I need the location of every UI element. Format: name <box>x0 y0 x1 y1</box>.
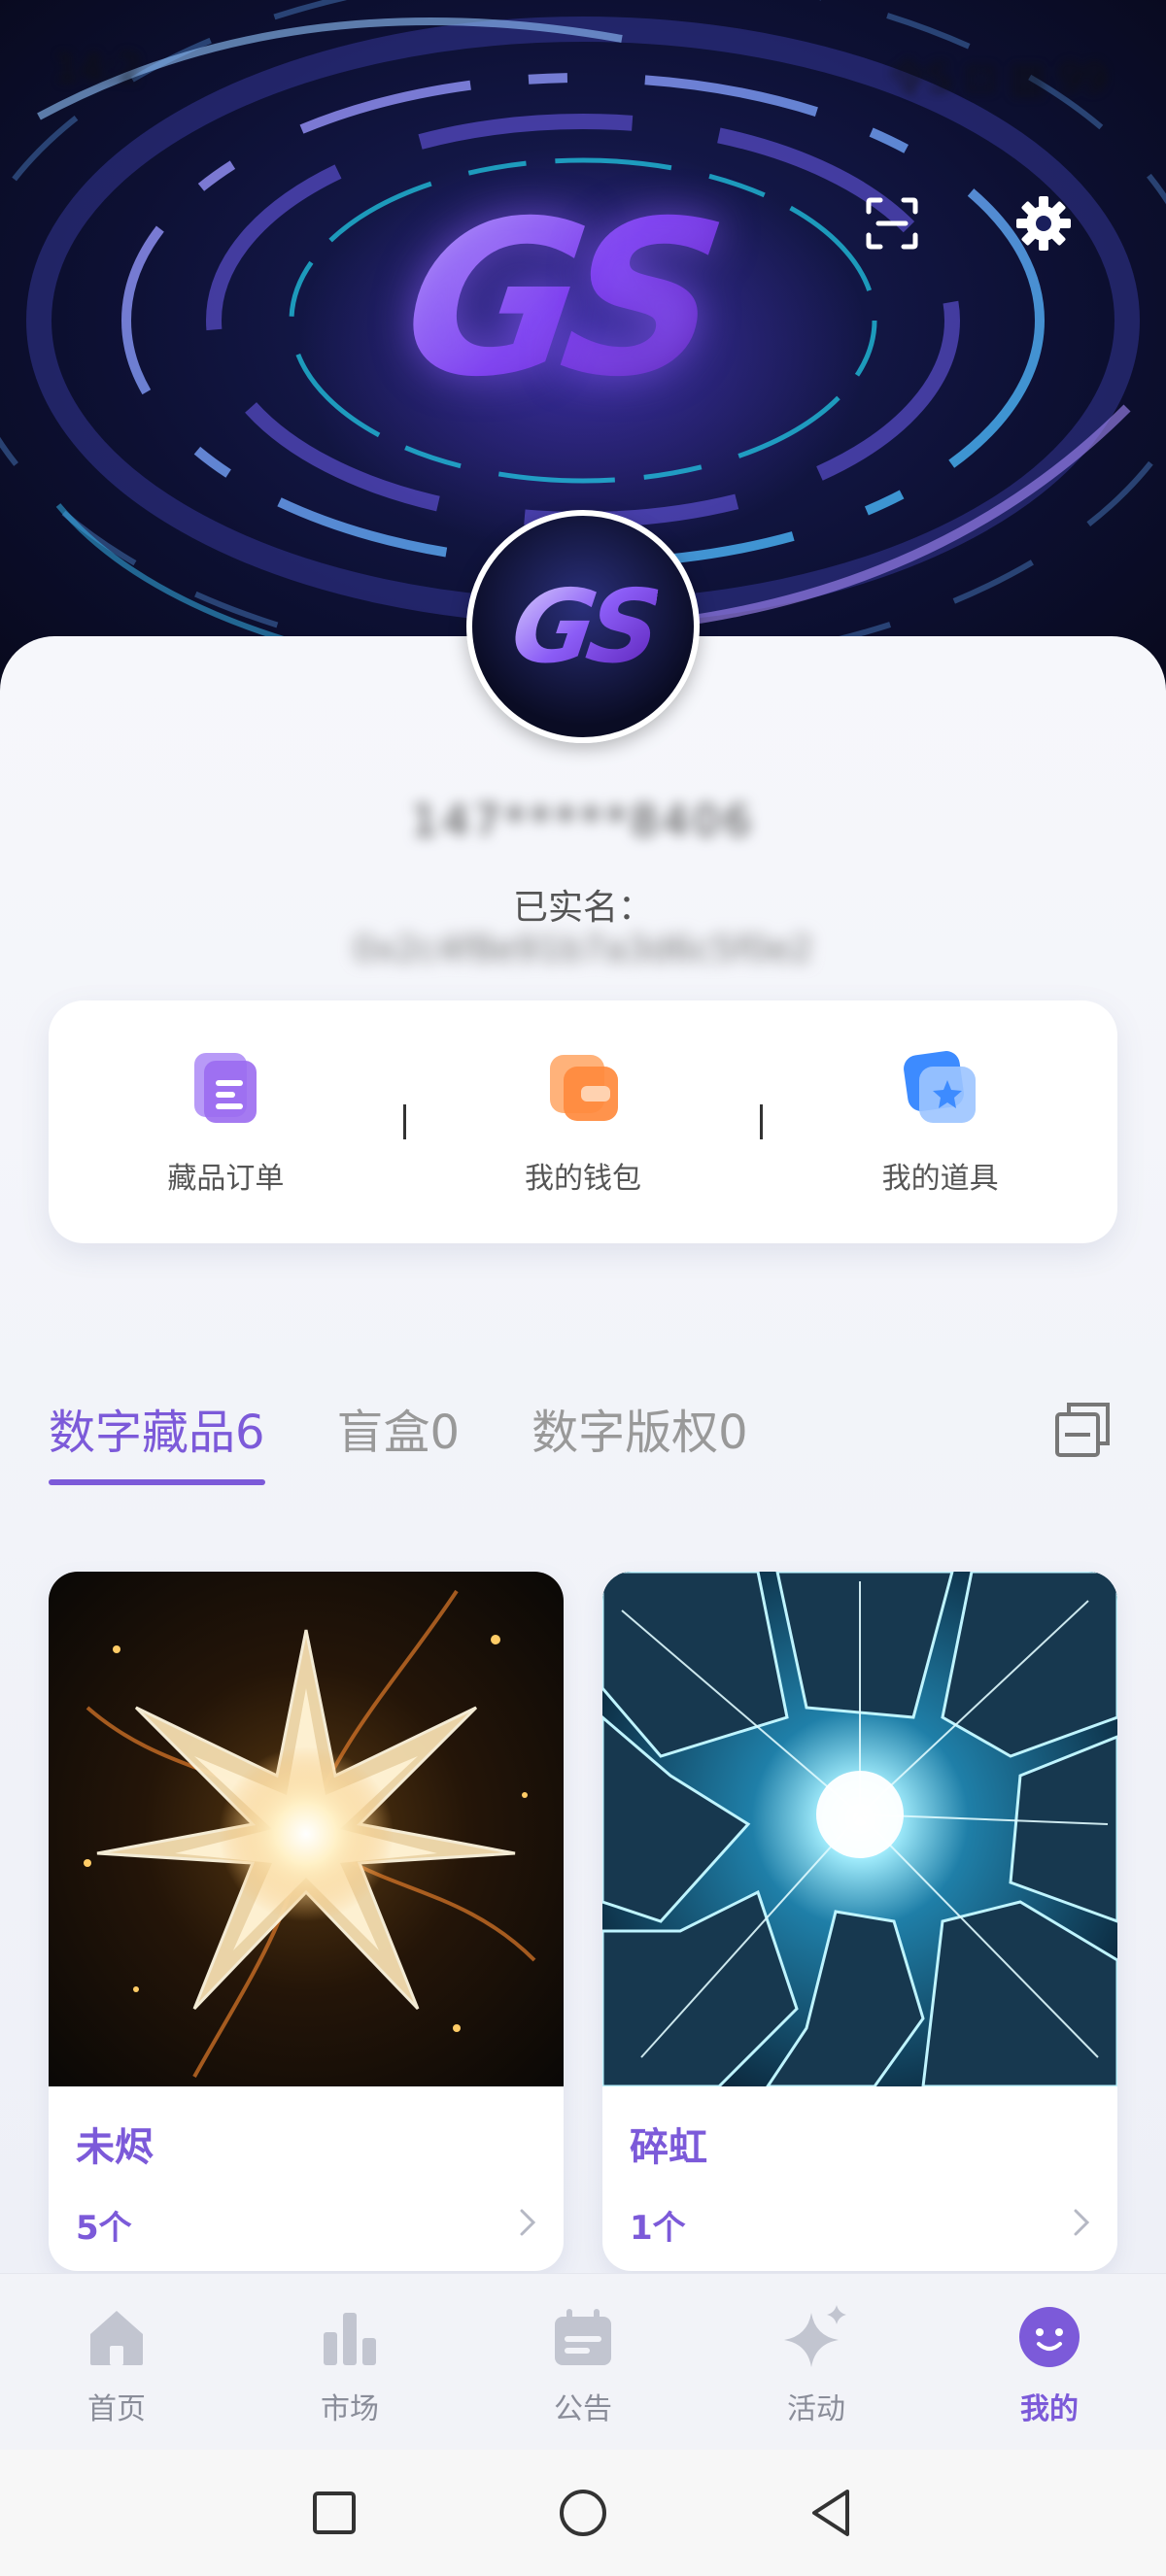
profile-smile-icon <box>1019 2307 1080 2367</box>
nav-market[interactable]: 市场 <box>233 2274 466 2450</box>
props-star-icon <box>903 1051 976 1123</box>
crystal-star-image <box>49 1572 564 2086</box>
tab-blind-box[interactable]: 盲盒0 <box>337 1394 461 1477</box>
avatar[interactable]: GS <box>466 510 700 743</box>
status-indicators: 令S ⊡ ▥ 99 <box>888 56 1108 101</box>
settings-button[interactable] <box>1005 185 1082 262</box>
nav-mine-label: 我的 <box>1020 2392 1079 2426</box>
wallet-button[interactable]: 我的钱包 <box>406 1000 761 1243</box>
order-document-icon <box>194 1053 257 1123</box>
orders-label: 藏品订单 <box>167 1162 285 1196</box>
chevron-right-icon <box>1074 2209 1090 2236</box>
username: 147*****8406 <box>411 797 755 846</box>
bottom-nav: 首页 市场 公告 活动 我的 <box>0 2273 1166 2450</box>
market-chart-icon <box>324 2313 376 2365</box>
layout-toggle-icon[interactable] <box>1053 1401 1112 1459</box>
nav-activity-label: 活动 <box>787 2392 845 2426</box>
home-system-button[interactable] <box>556 2486 610 2540</box>
nav-mine[interactable]: 我的 <box>933 2274 1166 2450</box>
nav-activity[interactable]: 活动 <box>700 2274 933 2450</box>
props-button[interactable]: 我的道具 <box>763 1000 1117 1243</box>
collection-name: 未烬 <box>76 2125 154 2170</box>
hero-logo: GS <box>391 175 796 427</box>
home-icon <box>90 2311 143 2365</box>
orders-button[interactable]: 藏品订单 <box>49 1000 403 1243</box>
wallet-label: 我的钱包 <box>525 1162 641 1196</box>
nav-announcement-label: 公告 <box>554 2392 612 2426</box>
collection-count: 1个 <box>630 2209 686 2248</box>
collection-count: 5个 <box>76 2209 132 2248</box>
collection-tabs: 数字藏品6 盲盒0 数字版权0 <box>49 1394 748 1485</box>
tab-digital-collectibles[interactable]: 数字藏品6 <box>49 1394 265 1485</box>
wallet-icon <box>550 1055 618 1121</box>
nav-market-label: 市场 <box>321 2392 379 2426</box>
tab-digital-copyright[interactable]: 数字版权0 <box>532 1394 748 1477</box>
collection-card[interactable]: 碎虹 1个 <box>602 1572 1117 2271</box>
realname-label: 已实名： <box>512 888 653 928</box>
gear-icon <box>1016 196 1071 251</box>
shattered-glass-image <box>602 1572 1117 2086</box>
props-label: 我的道具 <box>881 1162 999 1196</box>
recent-apps-button[interactable] <box>307 2486 361 2540</box>
system-navigation-bar <box>0 2450 1166 2576</box>
status-time: 14:2 <box>54 47 142 91</box>
nav-home-label: 首页 <box>87 2392 146 2426</box>
nav-home[interactable]: 首页 <box>0 2274 233 2450</box>
avatar-logo: GS <box>504 567 662 686</box>
realname-value: 0x2c4f8e91b7a3d6c5f0e2 <box>353 930 813 969</box>
scan-button[interactable] <box>853 185 931 262</box>
quick-actions-card: 藏品订单 我的钱包 我的道具 <box>49 1000 1117 1243</box>
chevron-right-icon <box>520 2209 536 2236</box>
nav-announcement[interactable]: 公告 <box>466 2274 700 2450</box>
realname-row: 已实名：0x2c4f8e91b7a3d6c5f0e2 <box>292 879 874 969</box>
scan-icon <box>866 197 918 250</box>
back-system-button[interactable] <box>805 2486 859 2540</box>
collection-card[interactable]: 未烬 5个 <box>49 1572 564 2271</box>
sparkle-icon <box>784 2305 846 2367</box>
announcement-icon <box>555 2309 611 2365</box>
collection-name: 碎虹 <box>630 2125 707 2170</box>
